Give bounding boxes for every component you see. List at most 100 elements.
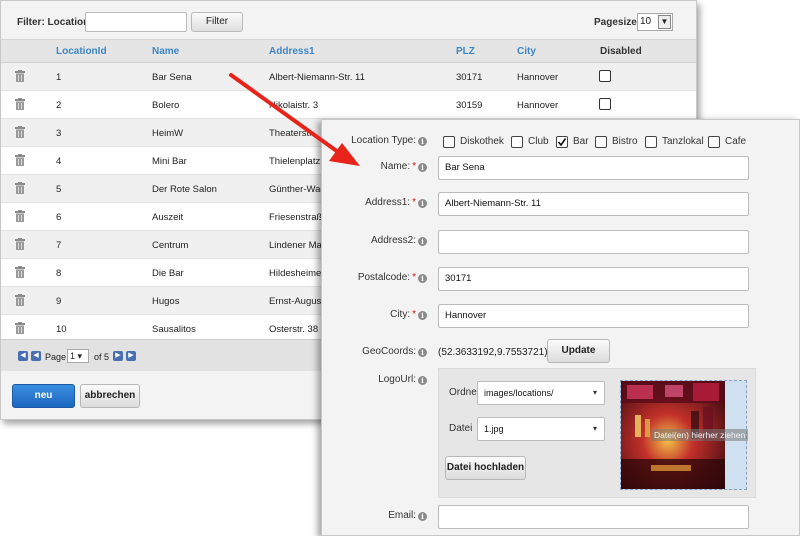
info-icon[interactable]: i	[418, 199, 427, 208]
first-page-icon[interactable]: ◀	[18, 351, 28, 361]
page-count: of 5	[94, 352, 110, 362]
address2-input[interactable]	[438, 230, 749, 254]
new-button[interactable]: neu	[12, 384, 75, 408]
trash-icon[interactable]	[15, 98, 25, 110]
logo-upload-panel: Ordner images/locations/ ▾ Datei 1.jpg ▾…	[438, 368, 756, 498]
postalcode-input[interactable]: 30171	[438, 267, 749, 291]
address1-label-text: Address1:	[365, 197, 411, 208]
column-header-city[interactable]: City	[517, 46, 536, 57]
cell-name: Sausalitos	[152, 324, 196, 335]
last-page-icon[interactable]: ▶	[126, 351, 136, 361]
city-label-text: City:	[390, 309, 411, 320]
filter-button[interactable]: Filter	[191, 12, 243, 32]
cell-location-id: 7	[56, 240, 62, 251]
cell-address1: Ernst-August-	[269, 296, 328, 307]
upload-button[interactable]: Datei hochladen	[445, 456, 526, 480]
table-row[interactable]: 1 Bar Sena Albert-Niemann-Str. 11 30171 Hann…	[1, 63, 696, 91]
trash-icon[interactable]	[15, 266, 25, 278]
datei-select[interactable]: 1.jpg ▾	[477, 417, 605, 441]
cell-address1: Thielenplatz 2	[269, 156, 329, 167]
cell-location-id: 9	[56, 296, 62, 307]
column-header-name[interactable]: Name	[152, 46, 179, 57]
info-icon[interactable]: i	[418, 163, 427, 172]
column-header-locationid[interactable]: LocationId	[56, 46, 107, 57]
cell-location-id: 3	[56, 128, 62, 139]
city-label: City: *	[390, 309, 416, 320]
info-icon[interactable]: i	[418, 311, 427, 320]
postalcode-label: Postalcode: *	[357, 272, 416, 283]
type-checkbox-club[interactable]	[511, 136, 523, 148]
filter-label: Filter: Location	[17, 17, 90, 28]
cell-address1: Albert-Niemann-Str. 11	[269, 72, 365, 83]
column-header-address1[interactable]: Address1	[269, 46, 315, 57]
type-label-bar: Bar	[573, 136, 589, 147]
info-icon[interactable]: i	[418, 137, 427, 146]
info-icon[interactable]: i	[418, 348, 427, 357]
datei-value: 1.jpg	[484, 424, 504, 434]
cell-city: Hannover	[517, 100, 559, 111]
cell-address1: Osterstr. 38	[269, 324, 319, 335]
type-checkbox-cafe[interactable]	[708, 136, 720, 148]
cell-location-id: 4	[56, 156, 62, 167]
cell-name: Hugos	[152, 296, 180, 307]
pagesize-select[interactable]: 10 ▼	[637, 13, 673, 31]
disabled-checkbox[interactable]	[599, 70, 611, 82]
trash-icon[interactable]	[15, 70, 25, 82]
type-checkbox-bar[interactable]	[556, 136, 568, 148]
trash-icon[interactable]	[15, 322, 25, 334]
email-label-text: Email:	[388, 510, 416, 521]
cell-location-id: 8	[56, 268, 62, 279]
type-checkbox-bistro[interactable]	[595, 136, 607, 148]
address1-input[interactable]: Albert-Niemann-Str. 11	[438, 192, 749, 216]
type-label-cafe: Cafe	[725, 136, 747, 147]
pagesize-value: 10	[640, 16, 652, 27]
type-checkbox-tanzlokal[interactable]	[645, 136, 657, 148]
trash-icon[interactable]	[15, 210, 25, 222]
type-label-club: Club	[528, 136, 549, 147]
city-input[interactable]: Hannover	[438, 304, 749, 328]
cell-name: Auszeit	[152, 212, 184, 223]
cell-plz: 30159	[456, 100, 483, 111]
page-label: Page	[45, 352, 67, 362]
filter-bar: Filter: Location Filter Pagesize 10 ▼	[1, 1, 696, 39]
geocoords-label-text: GeoCoords:	[362, 346, 416, 357]
filter-input[interactable]	[85, 12, 187, 32]
trash-icon[interactable]	[15, 154, 25, 166]
geocoords-update-button[interactable]: Update	[547, 339, 610, 363]
trash-icon[interactable]	[15, 182, 25, 194]
cell-name: Die Bar	[152, 268, 184, 279]
location-type-label: Location Type:	[351, 135, 416, 146]
postalcode-label-text: Postalcode:	[357, 272, 411, 283]
cell-name: HeimW	[152, 128, 184, 139]
table-row[interactable]: 2 Bolero Nikolaistr. 3 30159 Hannover	[1, 91, 696, 119]
cell-name: Der Rote Salon	[152, 184, 217, 195]
ordner-select[interactable]: images/locations/ ▾	[477, 381, 605, 405]
info-icon[interactable]: i	[418, 237, 427, 246]
name-input[interactable]: Bar Sena	[438, 156, 749, 180]
info-icon[interactable]: i	[418, 512, 427, 521]
cell-name: Mini Bar	[152, 156, 187, 167]
cell-address1: Friesenstraße	[269, 212, 328, 223]
email-input[interactable]	[438, 505, 749, 529]
cell-plz: 30171	[456, 72, 483, 83]
page-select[interactable]: 1 ▾	[67, 349, 89, 363]
trash-icon[interactable]	[15, 294, 25, 306]
cell-location-id: 6	[56, 212, 62, 223]
location-grid: LocationId Name Address1 PLZ City Disabl…	[1, 39, 696, 343]
type-checkbox-diskothek[interactable]	[443, 136, 455, 148]
column-header-plz[interactable]: PLZ	[456, 46, 475, 57]
info-icon[interactable]: i	[418, 376, 427, 385]
type-label-tanzlokal: Tanzlokal	[662, 136, 704, 147]
disabled-checkbox[interactable]	[599, 98, 611, 110]
cancel-button[interactable]: abbrechen	[80, 384, 140, 408]
trash-icon[interactable]	[15, 238, 25, 250]
cell-city: Hannover	[517, 72, 559, 83]
trash-icon[interactable]	[15, 126, 25, 138]
geocoords-value: (52.3633192,9.7553721)	[438, 347, 548, 358]
prev-page-icon[interactable]: ◀	[31, 351, 41, 361]
file-drop-zone[interactable]: Datei(en) hierher ziehen	[620, 380, 749, 490]
grid-header: LocationId Name Address1 PLZ City Disabl…	[1, 39, 696, 63]
cell-address1: Theaterstr.	[269, 128, 315, 139]
info-icon[interactable]: i	[418, 274, 427, 283]
next-page-icon[interactable]: ▶	[113, 351, 123, 361]
